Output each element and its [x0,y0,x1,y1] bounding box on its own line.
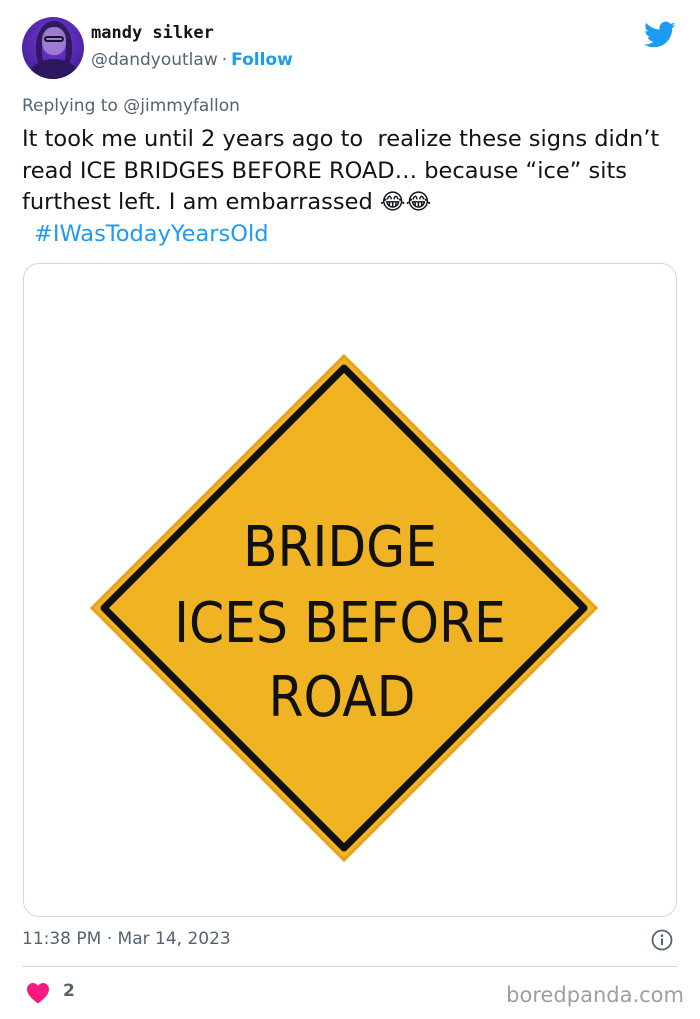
laughing-emoji: 😂😂 [379,190,432,215]
watermark: boredpanda.com [506,983,684,1007]
tweet-timestamp[interactable]: 11:38 PM · Mar 14, 2023 [22,929,231,949]
sign-line-2: ICES BEFORE [174,591,506,656]
user-handle[interactable]: @dandyoutlaw [91,50,218,70]
tweet-header: mandy silker @dandyoutlaw · Follow [22,17,678,81]
heart-icon[interactable] [26,982,50,1004]
media-image[interactable]: BRIDGE ICES BEFORE ROAD [23,263,677,917]
follow-button[interactable]: Follow [231,50,293,70]
road-sign-image: BRIDGE ICES BEFORE ROAD [89,353,599,863]
like-count: 2 [63,981,75,1001]
replying-prefix: Replying to [22,96,118,116]
tweet-body: It took me until 2 years ago to realize … [22,126,667,215]
twitter-bird-icon[interactable] [644,21,676,49]
sign-line-3: ROAD [269,665,416,730]
sign-line-1: BRIDGE [243,515,437,580]
divider [22,966,678,967]
tweet-time: 11:38 PM [22,929,102,949]
display-name[interactable]: mandy silker [91,23,214,43]
separator: · [106,929,113,949]
tweet-date: Mar 14, 2023 [117,929,231,949]
tweet-text: It took me until 2 years ago to realize … [22,124,682,250]
info-icon[interactable] [651,929,673,951]
handle-row: @dandyoutlaw · Follow [91,50,293,70]
separator: · [221,50,228,70]
avatar[interactable] [22,17,84,79]
reply-mention-link[interactable]: @jimmyfallon [123,96,240,116]
replying-to: Replying to @jimmyfallon [22,96,240,116]
hashtag-link[interactable]: #IWasTodayYearsOld [34,221,268,247]
